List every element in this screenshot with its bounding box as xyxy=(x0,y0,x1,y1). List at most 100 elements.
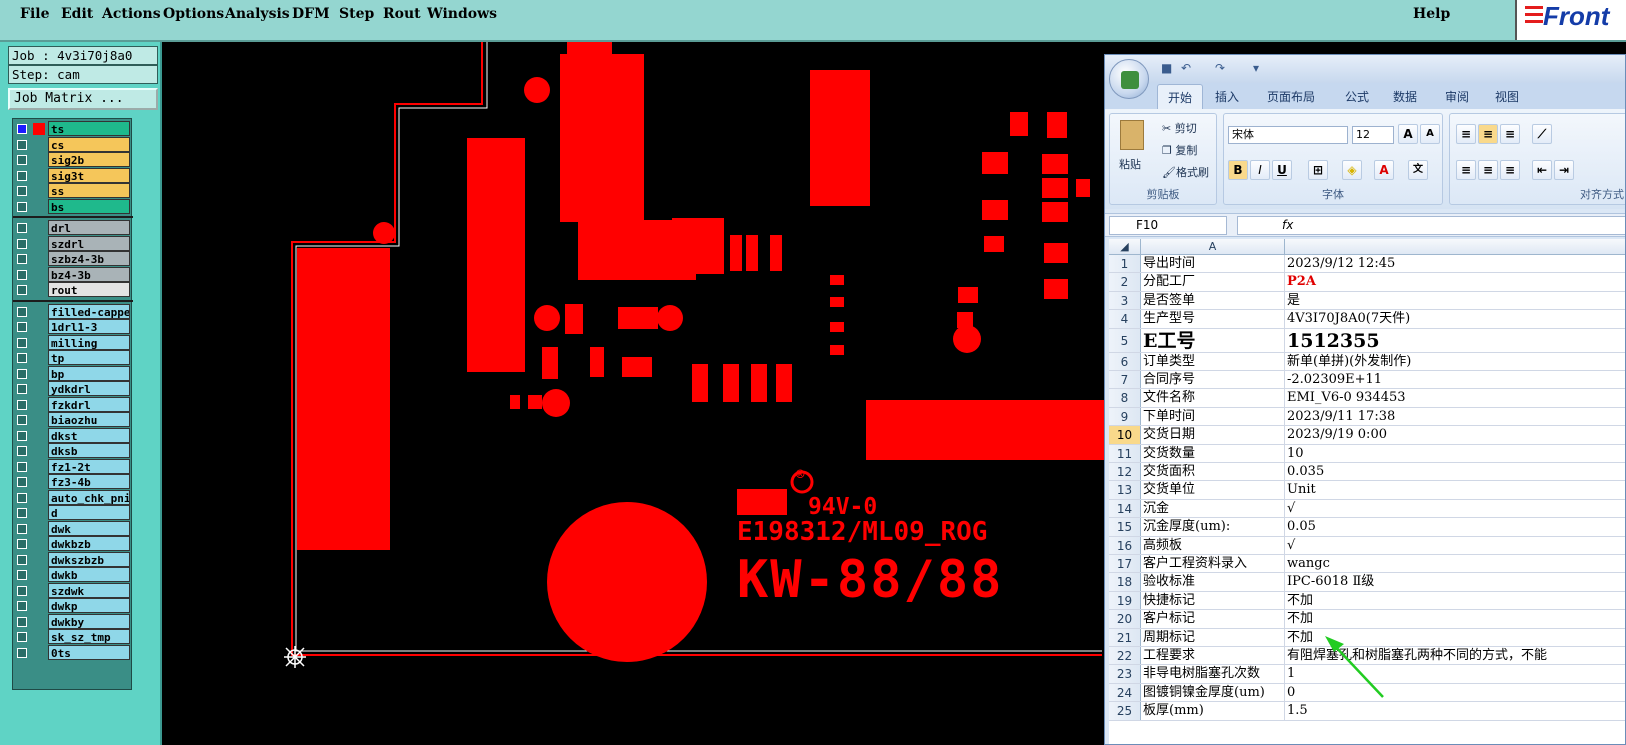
layer-checkbox[interactable] xyxy=(17,523,27,534)
cell-field-value[interactable]: 0.035 xyxy=(1285,463,1625,480)
office-button[interactable] xyxy=(1109,59,1149,99)
layer-checkbox[interactable] xyxy=(17,155,27,165)
italic-button[interactable]: I xyxy=(1250,160,1270,180)
pcb-graphic-canvas[interactable]: ® 94V-0 E198312/ML09_ROG KW-88/88 xyxy=(162,42,1162,745)
layer-name[interactable]: szdwk xyxy=(48,582,130,598)
decrease-indent-icon[interactable]: ⇤ xyxy=(1532,160,1552,180)
menu-help[interactable]: Help xyxy=(1413,6,1450,22)
cell-field-label[interactable]: 验收标准 xyxy=(1141,573,1285,591)
layer-checkbox[interactable] xyxy=(17,306,27,317)
cell-field-value[interactable]: √ xyxy=(1285,537,1625,554)
tab-view[interactable]: 视图 xyxy=(1495,88,1519,105)
cell-field-label[interactable]: 导出时间 xyxy=(1141,255,1285,273)
column-header-a[interactable]: A xyxy=(1141,239,1285,255)
layer-name[interactable]: tp xyxy=(48,350,130,365)
layer-checkbox[interactable] xyxy=(17,554,27,565)
layer-name[interactable]: biaozhu xyxy=(48,412,130,427)
tab-home[interactable]: 开始 xyxy=(1157,84,1204,109)
layer-name[interactable]: 0ts xyxy=(48,644,130,660)
layer-row[interactable]: dwkby xyxy=(15,613,131,629)
layer-checkbox[interactable] xyxy=(17,492,27,503)
layer-row[interactable]: sig3t xyxy=(15,167,131,183)
layer-checkbox[interactable] xyxy=(17,647,27,658)
menu-step[interactable]: Step xyxy=(339,6,374,22)
layer-row[interactable]: bs xyxy=(15,198,131,214)
menu-edit[interactable]: Edit xyxy=(61,6,93,22)
cell-field-label[interactable]: 交货数量 xyxy=(1141,444,1285,462)
layer-checkbox[interactable] xyxy=(17,508,27,518)
layer-name[interactable]: fz1-2t xyxy=(48,458,130,474)
layer-row[interactable]: 0ts xyxy=(15,644,131,660)
layer-name[interactable]: dwkbzb xyxy=(48,536,130,551)
row-header[interactable]: 16 xyxy=(1109,536,1141,554)
cell-field-value[interactable]: -2.02309E+11 xyxy=(1285,371,1625,388)
cell-field-value[interactable]: 2023/9/19 0:00 xyxy=(1285,426,1625,443)
layer-checkbox[interactable] xyxy=(17,461,27,472)
layer-row[interactable]: biaozhu xyxy=(15,412,131,427)
tab-insert[interactable]: 插入 xyxy=(1215,88,1239,105)
select-all-corner[interactable]: ◢ xyxy=(1109,239,1141,255)
row-header[interactable]: 14 xyxy=(1109,499,1141,518)
job-matrix-button[interactable]: Job Matrix ... xyxy=(8,88,158,110)
redo-icon[interactable]: ↷ xyxy=(1215,61,1225,75)
menu-rout[interactable]: Rout xyxy=(383,6,421,22)
name-box[interactable]: F10 xyxy=(1109,216,1227,235)
menu-dfm[interactable]: DFM xyxy=(292,6,330,22)
grow-font-icon[interactable]: A xyxy=(1398,124,1418,144)
row-header[interactable]: 2 xyxy=(1109,273,1141,291)
formula-input[interactable]: fx xyxy=(1237,216,1625,235)
layer-checkbox[interactable] xyxy=(17,570,27,580)
cell-field-value[interactable]: 4V3I70J8A0(7天件) xyxy=(1285,310,1625,327)
cell-field-label[interactable]: 客户工程资料录入 xyxy=(1141,555,1285,573)
layer-name[interactable]: drl xyxy=(48,220,130,235)
layer-row[interactable]: dwkb xyxy=(15,567,131,582)
layer-name[interactable]: bz4-3b xyxy=(48,266,130,282)
layer-name[interactable]: fzkdrl xyxy=(48,396,130,412)
tab-data[interactable]: 数据 xyxy=(1393,88,1417,105)
shrink-font-icon[interactable]: A xyxy=(1420,124,1440,144)
layer-checkbox[interactable] xyxy=(17,124,27,134)
layer-row[interactable]: bp xyxy=(15,365,131,381)
layer-name[interactable]: bp xyxy=(48,365,130,381)
layer-name[interactable]: szdrl xyxy=(48,235,130,251)
row-header[interactable]: 13 xyxy=(1109,481,1141,499)
cell-field-value[interactable]: P2A xyxy=(1285,273,1625,290)
layer-name[interactable]: d xyxy=(48,505,130,520)
layer-name[interactable]: dwkszbzb xyxy=(48,551,130,567)
layer-checkbox[interactable] xyxy=(17,585,27,596)
cell-field-label[interactable]: 订单类型 xyxy=(1141,352,1285,370)
layer-name[interactable]: szbz4-3b xyxy=(48,251,130,266)
underline-button[interactable]: U xyxy=(1272,160,1292,180)
layer-checkbox[interactable] xyxy=(17,601,27,611)
layer-name[interactable]: sig3t xyxy=(48,167,130,183)
cell-field-label[interactable]: 沉金厚度(um): xyxy=(1141,518,1285,536)
layer-name[interactable]: dwk xyxy=(48,520,130,536)
layer-row[interactable]: sk_sz_tmp xyxy=(15,629,131,644)
row-header[interactable]: 7 xyxy=(1109,371,1141,389)
row-header[interactable]: 10 xyxy=(1109,426,1141,444)
layer-name[interactable]: dwkp xyxy=(48,598,130,613)
cell-field-value[interactable]: 2023/9/12 12:45 xyxy=(1285,255,1625,272)
tab-review[interactable]: 审阅 xyxy=(1445,88,1469,105)
layer-name[interactable]: fz3-4b xyxy=(48,474,130,489)
layer-checkbox[interactable] xyxy=(17,539,27,549)
align-right-icon[interactable]: ≡ xyxy=(1500,160,1520,180)
layer-name[interactable]: ss xyxy=(48,183,130,198)
layer-row[interactable]: cs xyxy=(15,136,131,152)
tab-formulas[interactable]: 公式 xyxy=(1345,88,1369,105)
cell-field-value[interactable]: 新单(单拼)(外发制作) xyxy=(1285,353,1625,370)
cell-field-value[interactable]: 10 xyxy=(1285,445,1625,462)
column-header-b[interactable] xyxy=(1285,239,1625,255)
layer-name[interactable]: cs xyxy=(48,136,130,152)
layer-row[interactable]: dwk xyxy=(15,520,131,536)
layer-checkbox[interactable] xyxy=(17,170,27,181)
layer-name[interactable]: auto_chk_pni xyxy=(48,489,130,505)
cell-field-value[interactable]: √ xyxy=(1285,500,1625,517)
layer-row[interactable]: dwkp xyxy=(15,598,131,613)
layer-row[interactable]: 1drl1-3 xyxy=(15,319,131,334)
layer-checkbox[interactable] xyxy=(17,616,27,627)
phonetic-icon[interactable]: 文 xyxy=(1408,160,1428,180)
layer-row[interactable]: dksb xyxy=(15,443,131,458)
menu-file[interactable]: File xyxy=(20,6,49,22)
border-icon[interactable]: ⊞ xyxy=(1308,160,1328,180)
